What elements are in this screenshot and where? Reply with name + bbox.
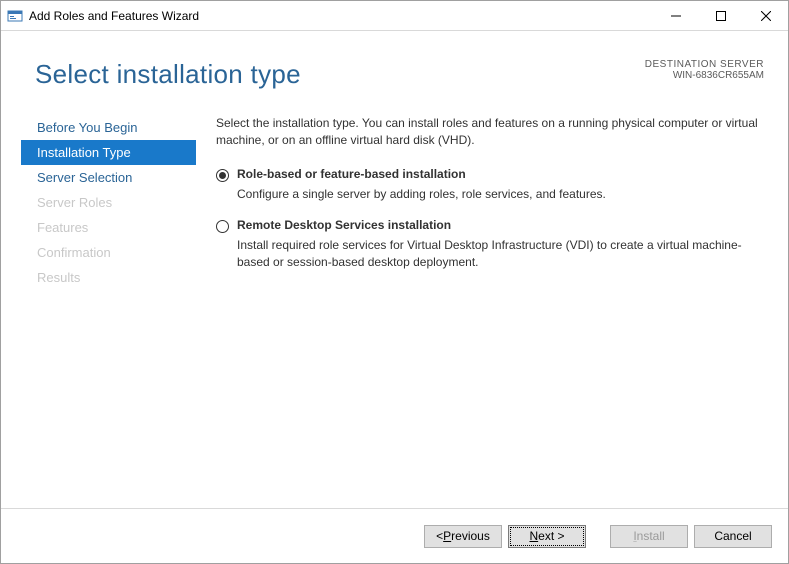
install-button: InstallInstall bbox=[610, 525, 688, 548]
close-button[interactable] bbox=[743, 1, 788, 30]
window-controls bbox=[653, 1, 788, 30]
option-remote-desktop[interactable]: Remote Desktop Services installation bbox=[216, 218, 766, 233]
sidebar-item-server-selection[interactable]: Server Selection bbox=[21, 165, 196, 190]
main-area: Select installation type DESTINATION SER… bbox=[1, 31, 788, 509]
titlebar: Add Roles and Features Wizard bbox=[1, 1, 788, 31]
window-title: Add Roles and Features Wizard bbox=[29, 9, 653, 23]
sidebar-item-server-roles: Server Roles bbox=[21, 190, 196, 215]
cancel-button[interactable]: Cancel bbox=[694, 525, 772, 548]
option-desc: Configure a single server by adding role… bbox=[237, 186, 766, 203]
radio-icon[interactable] bbox=[216, 220, 229, 233]
option-title: Remote Desktop Services installation bbox=[237, 218, 451, 232]
sidebar-item-installation-type[interactable]: Installation Type bbox=[21, 140, 196, 165]
destination-server-label: DESTINATION SERVER bbox=[645, 59, 764, 70]
sidebar-item-features: Features bbox=[21, 215, 196, 240]
maximize-button[interactable] bbox=[698, 1, 743, 30]
destination-server: DESTINATION SERVER WIN-6836CR655AM bbox=[645, 59, 764, 81]
sidebar: Before You Begin Installation Type Serve… bbox=[21, 115, 196, 290]
intro-text: Select the installation type. You can in… bbox=[216, 115, 766, 149]
option-desc: Install required role services for Virtu… bbox=[237, 237, 766, 271]
option-title: Role-based or feature-based installation bbox=[237, 167, 466, 181]
sidebar-item-confirmation: Confirmation bbox=[21, 240, 196, 265]
option-role-based[interactable]: Role-based or feature-based installation bbox=[216, 167, 766, 182]
app-icon bbox=[7, 8, 23, 24]
sidebar-item-before-you-begin[interactable]: Before You Begin bbox=[21, 115, 196, 140]
next-button[interactable]: Next >Next > bbox=[508, 525, 586, 548]
destination-server-value: WIN-6836CR655AM bbox=[645, 70, 764, 81]
footer: < PPreviousrevious Next >Next > InstallI… bbox=[1, 508, 788, 563]
content: Select the installation type. You can in… bbox=[216, 115, 766, 287]
previous-button[interactable]: < PPreviousrevious bbox=[424, 525, 502, 548]
sidebar-item-results: Results bbox=[21, 265, 196, 290]
page-title: Select installation type bbox=[35, 59, 301, 90]
minimize-button[interactable] bbox=[653, 1, 698, 30]
radio-icon[interactable] bbox=[216, 169, 229, 182]
